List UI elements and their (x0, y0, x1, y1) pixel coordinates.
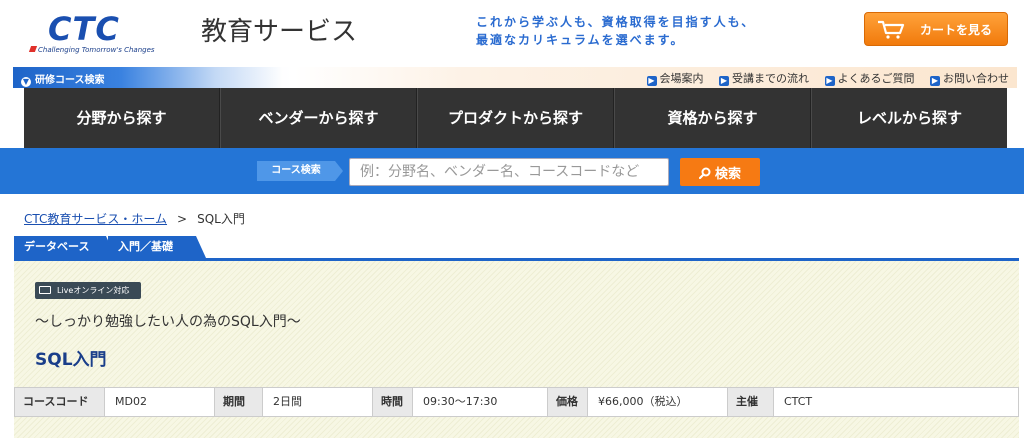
tab-beginner-basic[interactable]: 入門／基礎 (108, 236, 206, 258)
nav-by-level[interactable]: レベルから探す (811, 88, 1007, 148)
arrow-right-icon: ▶ (824, 76, 835, 86)
search-button-label: 検索 (714, 165, 741, 181)
tab-database[interactable]: データベース (14, 236, 116, 258)
catch-copy: これから学ぶ人も、資格取得を目指す人も、 最適なカリキュラムを選べます。 (476, 13, 755, 49)
monitor-icon (39, 286, 51, 294)
cart-label: カートを見る (920, 23, 993, 37)
link-venue[interactable]: ▶ 会場案内 (646, 72, 704, 86)
nav-by-vendor[interactable]: ベンダーから探す (220, 88, 417, 148)
course-title: SQL入門 (35, 350, 107, 370)
arrow-right-icon: ▶ (646, 76, 657, 86)
breadcrumb-home-link[interactable]: CTC教育サービス・ホーム (24, 212, 167, 226)
period-value: 2日間 (263, 388, 373, 416)
arrow-right-icon: ▶ (719, 76, 729, 86)
breadcrumb-separator: > (177, 212, 188, 226)
price-label: 価格 (548, 388, 588, 416)
live-online-badge: Liveオンライン対応 (35, 282, 141, 299)
host-value: CTCT (774, 388, 1018, 416)
logo-text: CTC (48, 10, 120, 48)
catch-line-1: これから学ぶ人も、資格取得を目指す人も、 (476, 15, 756, 29)
live-badge-label: Liveオンライン対応 (57, 286, 130, 295)
host-label: 主催 (728, 388, 774, 416)
nav-by-field[interactable]: 分野から探す (24, 88, 220, 148)
utility-links: ▶ 会場案内 ▶ 受講までの流れ ▶ よくあるご質問 ▶ お問い合わせ (635, 70, 1009, 86)
breadcrumb: CTC教育サービス・ホーム > SQL入門 (24, 210, 245, 227)
site-header: CTC Challenging Tomorrow's Changes 教育サービ… (0, 0, 1024, 64)
catch-line-2: 最適なカリキュラムを選べます。 (476, 33, 685, 47)
arrow-right-icon: ▶ (930, 76, 940, 86)
site-title: 教育サービス (201, 17, 358, 47)
course-code-label: コースコード (15, 388, 105, 416)
nav-by-certification[interactable]: 資格から探す (614, 88, 811, 148)
price-value: ¥66,000（税込） (588, 388, 728, 416)
time-label: 時間 (373, 388, 413, 416)
course-search-label: 研修コース検索 (35, 75, 105, 86)
course-subtitle: ～しっかり勉強したい人の為のSQL入門～ (35, 314, 301, 330)
search-icon (698, 167, 711, 179)
ctc-logo[interactable]: CTC Challenging Tomorrow's Changes (28, 10, 160, 54)
search-tag-label: コース検索 (257, 161, 343, 181)
link-enrollment-flow[interactable]: ▶ 受講までの流れ (719, 72, 809, 86)
utility-bar: ▼ 研修コース検索 ▶ 会場案内 ▶ 受講までの流れ ▶ よくあるご質問 ▶ お問い合わせ (13, 67, 1017, 88)
main-navigation: 分野から探す ベンダーから探す プロダクトから探す 資格から探す レベルから探す (24, 88, 1007, 148)
link-faq[interactable]: ▶ よくあるご質問 (824, 72, 915, 86)
search-button[interactable]: 検索 (680, 158, 760, 186)
search-bar: コース検索 検索 (0, 148, 1024, 194)
course-code-value: MD02 (105, 388, 215, 416)
link-contact[interactable]: ▶ お問い合わせ (930, 72, 1009, 86)
category-tabs: データベース 入門／基礎 (14, 236, 1019, 261)
nav-by-product[interactable]: プロダクトから探す (417, 88, 614, 148)
cart-icon (878, 20, 905, 39)
course-panel: Liveオンライン対応 ～しっかり勉強したい人の為のSQL入門～ SQL入門 コ… (14, 261, 1019, 438)
course-info-table: コースコード MD02 期間 2日間 時間 09:30～17:30 価格 ¥66… (14, 387, 1019, 417)
logo-tagline: Challenging Tomorrow's Changes (38, 46, 155, 54)
period-label: 期間 (215, 388, 263, 416)
course-search-section: ▼ 研修コース検索 (13, 67, 283, 88)
view-cart-button[interactable]: カートを見る (864, 12, 1008, 46)
breadcrumb-current: SQL入門 (197, 212, 245, 226)
search-input[interactable] (349, 158, 669, 186)
arrow-down-icon: ▼ (21, 77, 31, 87)
time-value: 09:30～17:30 (413, 388, 548, 416)
